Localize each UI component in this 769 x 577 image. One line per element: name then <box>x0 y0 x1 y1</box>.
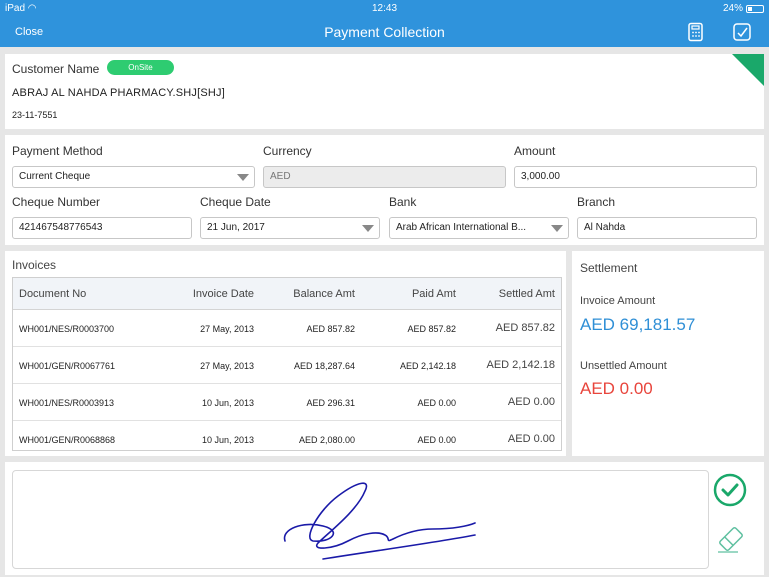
status-bar: iPad ◠ 12:43 24% <box>0 0 769 17</box>
balance-amt: AED 2,080.00 <box>298 435 355 445</box>
invoice-date: 10 Jun, 2013 <box>201 398 254 408</box>
invoice-amount-value: AED 69,181.57 <box>580 315 696 334</box>
document-no: WH001/GEN/R0067761 <box>19 361 116 371</box>
payment-method-label: Payment Method <box>12 144 103 158</box>
paid-amt: AED 0.00 <box>417 398 456 408</box>
onsite-badge: OnSite <box>107 60 174 75</box>
payment-method-select[interactable]: Current Cheque <box>12 166 255 188</box>
document-no: WH001/NES/R0003913 <box>19 398 115 408</box>
document-no: WH001/NES/R0003700 <box>19 324 115 334</box>
cheque-number-label: Cheque Number <box>12 195 101 209</box>
signature-card <box>5 462 764 575</box>
customer-name: ABRAJ AL NAHDA PHARMACY.SHJ[SHJ] <box>12 87 226 99</box>
customer-card: Customer Name OnSite ABRAJ AL NAHDA PHAR… <box>5 54 764 129</box>
currency-field: AED <box>263 166 506 188</box>
chevron-down-icon <box>362 225 374 232</box>
paid-amt: AED 2,142.18 <box>399 361 456 371</box>
cheque-date-value: 21 Jun, 2017 <box>207 222 265 233</box>
cheque-date-label: Cheque Date <box>200 195 271 209</box>
unsettled-amount-value: AED 0.00 <box>580 379 653 398</box>
paid-amt: AED 0.00 <box>417 435 456 445</box>
payment-method-value: Current Cheque <box>19 171 91 182</box>
table-row[interactable]: WH001/GEN/R0068868 10 Jun, 2013 AED 2,08… <box>13 421 561 450</box>
nav-bar: Close Payment Collection <box>0 17 769 47</box>
invoices-title: Invoices <box>12 258 57 272</box>
settled-amt[interactable]: AED 0.00 <box>508 396 555 408</box>
battery-status: 24% <box>723 3 764 14</box>
bank-value: Arab African International B... <box>396 222 527 233</box>
settlement-title: Settlement <box>580 261 638 275</box>
signature-stroke <box>283 482 476 560</box>
checklist-icon[interactable] <box>732 22 752 42</box>
corner-flag-icon <box>732 54 764 86</box>
amount-field[interactable]: 3,000.00 <box>514 166 757 188</box>
table-header: Document No Invoice Date Balance Amt Pai… <box>13 278 561 310</box>
document-no: WH001/GEN/R0068868 <box>19 435 116 445</box>
invoice-date: 10 Jun, 2013 <box>201 435 254 445</box>
chevron-down-icon <box>551 225 563 232</box>
settled-amt[interactable]: AED 857.82 <box>496 322 555 334</box>
invoices-table[interactable]: Document No Invoice Date Balance Amt Pai… <box>12 277 562 451</box>
payment-details-card: Payment Method Current Cheque Currency A… <box>5 135 764 245</box>
invoice-date: 27 May, 2013 <box>200 324 254 334</box>
customer-code: 23-11-7551 <box>12 110 58 120</box>
page-title: Payment Collection <box>324 24 445 40</box>
column-header: Invoice Date <box>192 288 254 300</box>
table-row[interactable]: WH001/NES/R0003913 10 Jun, 2013 AED 296.… <box>13 384 561 421</box>
table-row[interactable]: WH001/GEN/R0067761 27 May, 2013 AED 18,2… <box>13 347 561 384</box>
battery-icon <box>746 4 764 13</box>
column-header: Paid Amt <box>411 288 456 300</box>
confirm-check-icon[interactable] <box>712 472 748 508</box>
branch-field[interactable]: Al Nahda <box>577 217 757 239</box>
column-header: Balance Amt <box>293 288 355 300</box>
battery-percent: 24% <box>722 3 743 14</box>
cheque-number-field[interactable]: 421467548776543 <box>12 217 192 239</box>
calculator-icon[interactable] <box>686 22 706 42</box>
settlement-card: Settlement Invoice Amount AED 69,181.57 … <box>572 251 764 456</box>
customer-name-label: Customer Name <box>12 62 100 76</box>
table-row[interactable]: WH001/NES/R0003700 27 May, 2013 AED 857.… <box>13 310 561 347</box>
amount-label: Amount <box>514 144 556 158</box>
branch-label: Branch <box>577 195 616 209</box>
settled-amt[interactable]: AED 0.00 <box>508 433 555 445</box>
unsettled-amount-label: Unsettled Amount <box>580 360 667 372</box>
cheque-date-select[interactable]: 21 Jun, 2017 <box>200 217 380 239</box>
column-header: Document No <box>19 288 87 300</box>
invoices-card: Invoices Document No Invoice Date Balanc… <box>5 251 566 456</box>
signature-pad[interactable] <box>12 470 709 569</box>
column-header: Settled Amt <box>498 288 555 300</box>
balance-amt: AED 18,287.64 <box>293 361 355 371</box>
invoice-date: 27 May, 2013 <box>200 361 254 371</box>
settled-amt[interactable]: AED 2,142.18 <box>487 359 556 371</box>
invoice-amount-label: Invoice Amount <box>580 295 656 307</box>
bank-label: Bank <box>389 195 417 209</box>
chevron-down-icon <box>237 174 249 181</box>
clock: 12:43 <box>371 3 398 14</box>
bank-select[interactable]: Arab African International B... <box>389 217 569 239</box>
currency-label: Currency <box>263 144 312 158</box>
eraser-icon[interactable] <box>714 522 750 558</box>
paid-amt: AED 857.82 <box>407 324 456 334</box>
balance-amt: AED 857.82 <box>306 324 355 334</box>
balance-amt: AED 296.31 <box>306 398 355 408</box>
